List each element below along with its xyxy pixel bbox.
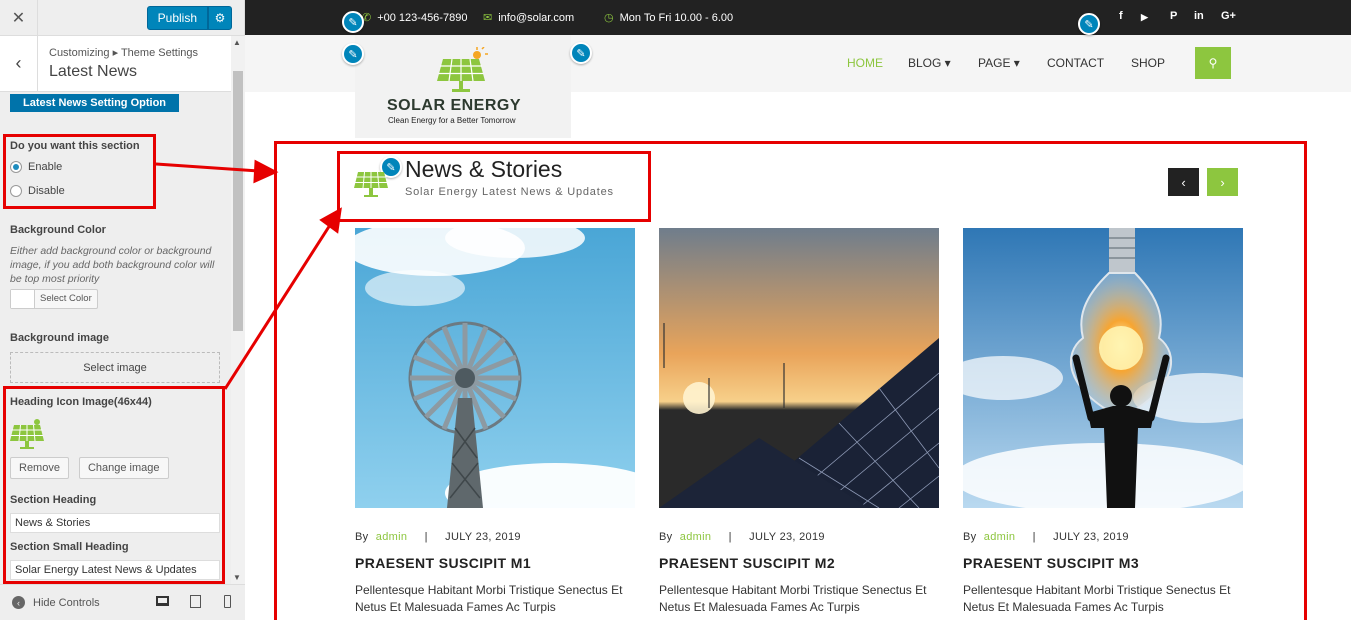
back-arrow-icon[interactable]: ‹: [0, 36, 38, 91]
edit-shortcut-pencil-icon[interactable]: ✎: [1078, 13, 1100, 35]
logo-tagline: Clean Energy for a Better Tomorrow: [388, 116, 516, 125]
background-image-control: Background image Select image: [10, 332, 221, 383]
close-icon[interactable]: ✕: [0, 0, 38, 36]
linkedin-icon[interactable]: in: [1194, 10, 1204, 22]
phone-text: +00 123-456-7890: [377, 11, 468, 24]
logo-title: SOLAR ENERGY: [387, 97, 522, 114]
site-logo[interactable]: SOLAR ENERGY Clean Energy for a Better T…: [355, 35, 571, 138]
nav-contact[interactable]: CONTACT: [1047, 56, 1104, 70]
background-color-control: Background Color Either add background c…: [10, 224, 221, 311]
highlight-heading-settings: [3, 386, 225, 584]
hide-controls-label: Hide Controls: [33, 596, 100, 609]
sidebar-scrollbar[interactable]: ▲ ▼: [231, 36, 245, 584]
collapse-icon: ‹: [12, 596, 25, 609]
nav-home[interactable]: HOME: [847, 56, 883, 70]
hours-text: Mon To Fri 10.00 - 6.00: [619, 11, 734, 24]
scroll-up-arrow-icon[interactable]: ▲: [233, 38, 241, 47]
email-text: info@solar.com: [498, 11, 575, 24]
youtube-icon[interactable]: ▶: [1141, 12, 1148, 23]
background-color-label: Background Color: [10, 224, 106, 236]
scrollbar-thumb[interactable]: [233, 71, 243, 331]
panel-title-block: Customizing ▸ Theme Settings Latest News: [38, 36, 198, 91]
select-color-label: Select Color: [40, 293, 92, 304]
envelope-icon: ✉: [483, 12, 493, 24]
panel-header: ‹ Customizing ▸ Theme Settings Latest Ne…: [0, 36, 244, 92]
gear-icon[interactable]: ⚙: [208, 5, 232, 30]
pinterest-icon[interactable]: P: [1170, 10, 1177, 22]
mobile-preview-icon[interactable]: [224, 595, 231, 608]
edit-shortcut-pencil-icon[interactable]: ✎: [342, 11, 364, 33]
nav-shop[interactable]: SHOP: [1131, 56, 1165, 70]
edit-shortcut-pencil-icon[interactable]: ✎: [570, 42, 592, 64]
top-bar: ✆ +00 123-456-7890 ✉ info@solar.com ◷ Mo…: [245, 0, 1351, 35]
edit-shortcut-pencil-icon[interactable]: ✎: [342, 43, 364, 65]
publish-group: Publish ⚙: [146, 5, 232, 30]
background-color-description: Either add background color or backgroun…: [10, 245, 215, 285]
hours-contact: ◷ Mon To Fri 10.00 - 6.00: [604, 11, 734, 25]
hide-controls-button[interactable]: ‹ Hide Controls: [12, 596, 100, 609]
search-icon: ⚲: [1208, 56, 1218, 70]
search-button[interactable]: ⚲: [1195, 47, 1231, 79]
select-image-button[interactable]: Select image: [10, 352, 220, 383]
breadcrumb: Customizing ▸ Theme Settings: [49, 47, 198, 59]
customizer-header-bar: ✕ Publish ⚙: [0, 0, 244, 36]
tablet-preview-icon[interactable]: [190, 595, 201, 608]
desktop-preview-icon[interactable]: [156, 596, 169, 606]
background-image-label: Background image: [10, 332, 110, 344]
email-contact: ✉ info@solar.com: [483, 11, 575, 25]
panel-title: Latest News: [49, 63, 138, 80]
scroll-down-arrow-icon[interactable]: ▼: [233, 573, 241, 582]
select-color-button[interactable]: Select Color: [10, 289, 98, 309]
googleplus-icon[interactable]: G+: [1221, 10, 1236, 22]
setting-option-button[interactable]: Latest News Setting Option: [10, 94, 180, 112]
phone-contact: ✆ +00 123-456-7890: [362, 11, 468, 25]
nav-blog[interactable]: BLOG ▾: [908, 56, 951, 70]
clock-icon: ◷: [604, 12, 614, 24]
nav-page[interactable]: PAGE ▾: [978, 56, 1020, 70]
highlight-news-heading: [337, 151, 651, 222]
customizer-footer: ‹ Hide Controls: [0, 584, 245, 620]
facebook-icon[interactable]: f: [1119, 10, 1123, 22]
logo-solar-panel-icon: [437, 47, 488, 92]
highlight-section-toggle: [3, 134, 156, 209]
publish-button[interactable]: Publish: [146, 5, 208, 30]
color-swatch: [11, 290, 35, 308]
